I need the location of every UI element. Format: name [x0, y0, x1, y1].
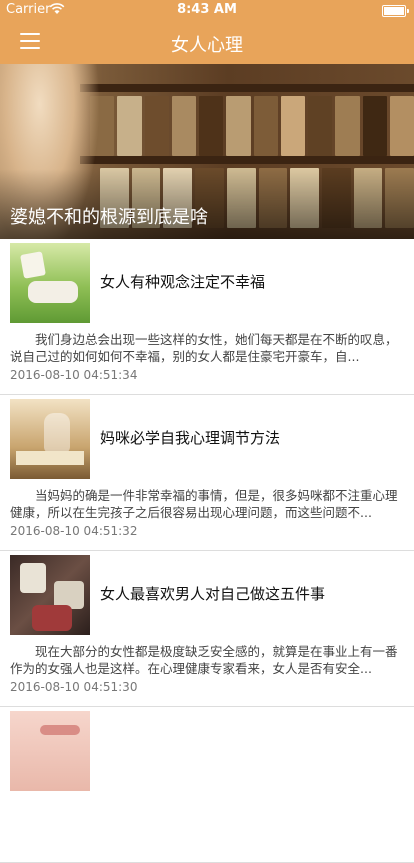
article-title: 妈咪必学自我心理调节方法 — [100, 429, 281, 447]
battery-icon — [382, 5, 409, 17]
top-bar: Carrier 8:43 AM 女人心理 — [0, 0, 414, 64]
article-date: 2016-08-10 04:51:32 — [10, 524, 138, 538]
nav-bar: 女人心理 — [0, 20, 414, 64]
article-summary — [10, 799, 402, 833]
banner-title: 婆媳不和的根源到底是啥 — [10, 207, 208, 228]
article-thumbnail — [10, 711, 90, 791]
list-item[interactable] — [0, 707, 414, 863]
list-item[interactable]: 女人最喜欢男人对自己做这五件事 现在大部分的女性都是极度缺乏安全感的，就算是在事… — [0, 551, 414, 707]
article-date: 2016-08-10 04:51:30 — [10, 680, 138, 694]
article-thumbnail — [10, 399, 90, 479]
article-title: 女人最喜欢男人对自己做这五件事 — [100, 585, 326, 603]
article-list: 女人有种观念注定不幸福 我们身边总会出现一些这样的女性，她们每天都是在不断的叹息… — [0, 239, 414, 863]
article-summary: 当妈妈的确是一件非常幸福的事情，但是，很多妈咪都不注重心理健康，所以在生完孩子之… — [10, 488, 398, 520]
article-title: 女人有种观念注定不幸福 — [100, 273, 266, 291]
article-date: 2016-08-10 04:51:34 — [10, 368, 138, 382]
article-summary: 我们身边总会出现一些这样的女性，她们每天都是在不断的叹息，说自己过的如何如何不幸… — [10, 332, 398, 364]
list-item[interactable]: 女人有种观念注定不幸福 我们身边总会出现一些这样的女性，她们每天都是在不断的叹息… — [0, 239, 414, 395]
status-time: 8:43 AM — [177, 2, 237, 17]
article-summary: 现在大部分的女性都是极度缺乏安全感的，就算是在事业上有一番作为的女强人也是这样。… — [10, 644, 398, 676]
article-thumbnail — [10, 243, 90, 323]
page-title: 女人心理 — [171, 35, 243, 56]
banner-image — [90, 96, 414, 156]
list-item[interactable]: 妈咪必学自我心理调节方法 当妈妈的确是一件非常幸福的事情，但是，很多妈咪都不注重… — [0, 395, 414, 551]
featured-banner[interactable]: 婆媳不和的根源到底是啥 — [0, 64, 414, 239]
article-thumbnail — [10, 555, 90, 635]
status-bar: Carrier 8:43 AM — [0, 0, 414, 20]
